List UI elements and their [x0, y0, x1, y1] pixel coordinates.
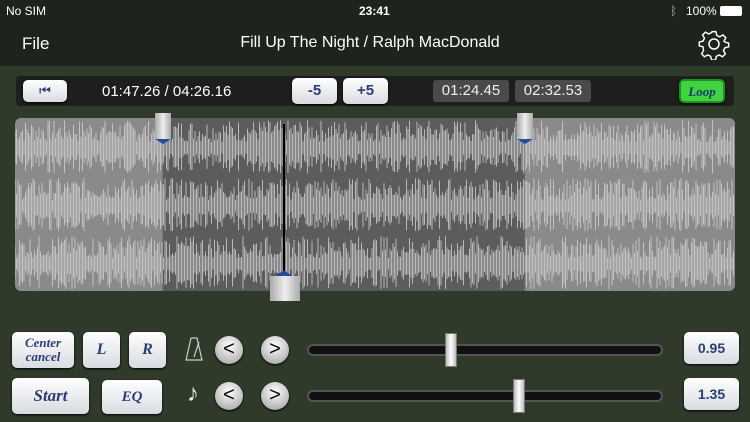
bluetooth-icon: ᛒ — [670, 4, 678, 18]
playhead-handle[interactable] — [270, 276, 300, 301]
loop-end-handle[interactable] — [517, 113, 533, 141]
pitch-decrease-button[interactable]: < — [215, 382, 243, 410]
loop-toggle[interactable]: Loop — [679, 79, 725, 103]
status-bar: No SIM 23:41 ᛒ 100% — [0, 0, 750, 22]
waveform-view[interactable] — [15, 118, 735, 291]
playhead-line — [283, 124, 285, 280]
song-title: Fill Up The Night / Ralph MacDonald — [240, 34, 500, 51]
forward-5-button[interactable]: +5 — [343, 78, 388, 104]
loop-start-time[interactable]: 01:24.45 — [433, 80, 509, 102]
loop-start-handle[interactable] — [155, 113, 171, 141]
eq-button[interactable]: EQ — [102, 380, 162, 414]
tempo-slider[interactable] — [307, 333, 663, 367]
rewind-to-start-button[interactable]: ⏮ — [23, 80, 67, 102]
loop-start-marker-icon — [155, 139, 171, 152]
position-time: 01:47.26 / 04:26.16 — [102, 83, 232, 100]
pitch-slider[interactable] — [307, 379, 663, 413]
skip-back-icon: ⏮ — [39, 83, 51, 98]
loop-end-time[interactable]: 02:32.53 — [515, 80, 591, 102]
right-channel-button[interactable]: R — [129, 332, 166, 368]
clock: 23:41 — [359, 4, 390, 18]
tempo-increase-button[interactable]: > — [261, 336, 289, 364]
carrier: No SIM — [6, 4, 47, 18]
tempo-decrease-button[interactable]: < — [215, 336, 243, 364]
pitch-value[interactable]: 1.35 — [684, 378, 739, 410]
start-button[interactable]: Start — [12, 378, 89, 414]
left-channel-button[interactable]: L — [83, 332, 120, 368]
back-5-button[interactable]: -5 — [292, 78, 337, 104]
center-cancel-button[interactable]: Center cancel — [12, 332, 74, 368]
transport-bar: ⏮ 01:47.26 / 04:26.16 -5 +5 01:24.45 02:… — [16, 76, 734, 106]
nav-bar: File Fill Up The Night / Ralph MacDonald — [0, 22, 750, 66]
pitch-slider-thumb[interactable] — [513, 379, 525, 413]
waveform — [15, 118, 734, 291]
pitch-increase-button[interactable]: > — [261, 382, 289, 410]
tempo-slider-thumb[interactable] — [445, 333, 457, 367]
loop-end-marker-icon — [517, 139, 533, 152]
tempo-value[interactable]: 0.95 — [684, 332, 739, 364]
battery-percent: 100% — [686, 4, 717, 18]
battery-icon — [720, 6, 742, 16]
gear-icon[interactable] — [698, 28, 730, 60]
note-icon: ♪ — [187, 380, 199, 407]
metronome-icon — [185, 337, 203, 361]
